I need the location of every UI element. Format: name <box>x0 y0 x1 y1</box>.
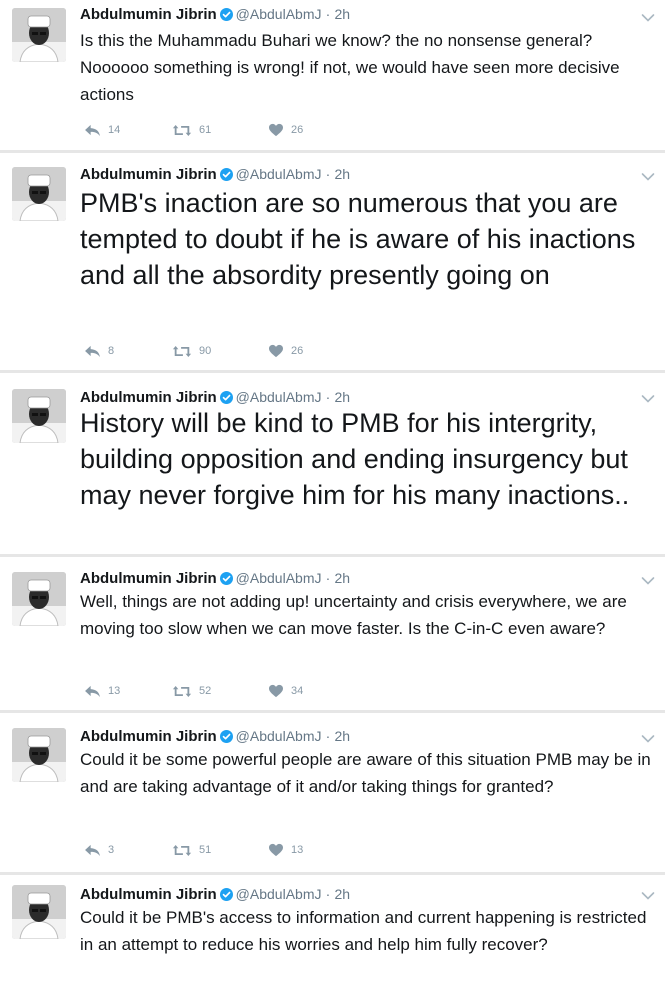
tweet[interactable]: Abdulmumin Jibrin @AbdulAbmJ · 2h Well, t… <box>0 557 665 710</box>
author-handle[interactable]: @AbdulAbmJ <box>236 570 322 586</box>
tweet-time[interactable]: 2h <box>335 570 351 586</box>
meta-separator: · <box>325 886 331 902</box>
retweet-button[interactable]: 90 <box>172 342 211 360</box>
reply-button[interactable]: 14 <box>84 121 120 139</box>
author-name[interactable]: Abdulmumin Jibrin <box>80 886 217 903</box>
tweet-text: Could it be some powerful people are awa… <box>80 750 651 796</box>
verified-badge-icon <box>219 391 233 404</box>
tweet[interactable]: Abdulmumin Jibrin @AbdulAbmJ · 2h Could i… <box>0 713 665 872</box>
tweet-time[interactable]: 2h <box>335 6 351 22</box>
reply-icon <box>84 345 101 358</box>
author-handle[interactable]: @AbdulAbmJ <box>236 728 322 744</box>
retweet-icon <box>172 345 192 358</box>
retweet-count: 90 <box>199 345 212 357</box>
like-button[interactable]: 13 <box>268 841 303 859</box>
retweet-button[interactable]: 52 <box>172 682 211 700</box>
author-name[interactable]: Abdulmumin Jibrin <box>80 166 217 183</box>
tweet-header: Abdulmumin Jibrin @AbdulAbmJ · 2h <box>80 165 625 184</box>
tweet[interactable]: Abdulmumin Jibrin @AbdulAbmJ · 2h PMB's i… <box>0 153 665 370</box>
author-name[interactable]: Abdulmumin Jibrin <box>80 570 217 587</box>
reply-button[interactable]: 13 <box>84 682 120 700</box>
meta-separator: · <box>325 570 331 586</box>
tweet-time[interactable]: 2h <box>335 166 351 182</box>
verified-badge-icon <box>219 888 233 901</box>
meta-separator: · <box>325 166 331 182</box>
avatar[interactable] <box>12 885 66 939</box>
reply-icon <box>84 844 101 857</box>
tweet-time[interactable]: 2h <box>335 728 351 744</box>
reply-count: 8 <box>108 345 115 357</box>
tweet-text: Could it be PMB's access to information … <box>80 908 647 954</box>
tweet-text: Well, things are not adding up! uncertai… <box>80 592 627 638</box>
reply-count: 14 <box>108 124 121 136</box>
avatar[interactable] <box>12 167 66 221</box>
chevron-down-icon[interactable] <box>641 391 655 403</box>
avatar[interactable] <box>12 8 66 62</box>
author-handle[interactable]: @AbdulAbmJ <box>236 6 322 22</box>
retweet-count: 51 <box>199 844 212 856</box>
avatar[interactable] <box>12 389 66 443</box>
tweet-header: Abdulmumin Jibrin @AbdulAbmJ · 2h <box>80 5 625 24</box>
tweet-text: History will be kind to PMB for his inte… <box>80 408 630 510</box>
chevron-down-icon[interactable] <box>641 169 655 181</box>
author-handle[interactable]: @AbdulAbmJ <box>236 389 322 405</box>
retweet-icon <box>172 844 192 857</box>
verified-badge-icon <box>219 168 233 181</box>
author-handle[interactable]: @AbdulAbmJ <box>236 166 322 182</box>
like-button[interactable]: 26 <box>268 121 303 139</box>
meta-separator: · <box>325 728 331 744</box>
chevron-down-icon[interactable] <box>641 573 655 585</box>
tweet-text: PMB's inaction are so numerous that you … <box>80 188 636 290</box>
heart-icon <box>268 123 284 137</box>
meta-separator: · <box>325 389 331 405</box>
tweet-header: Abdulmumin Jibrin @AbdulAbmJ · 2h <box>80 885 625 904</box>
verified-badge-icon <box>219 572 233 585</box>
tweet[interactable]: Abdulmumin Jibrin @AbdulAbmJ · 2h Could i… <box>0 875 665 993</box>
author-handle[interactable]: @AbdulAbmJ <box>236 886 322 902</box>
heart-icon <box>268 344 284 358</box>
reply-icon <box>84 685 101 698</box>
tweet-feed: Abdulmumin Jibrin @AbdulAbmJ · 2h Is this… <box>0 0 665 993</box>
tweet[interactable]: Abdulmumin Jibrin @AbdulAbmJ · 2h Is this… <box>0 0 665 150</box>
like-button[interactable]: 26 <box>268 342 303 360</box>
tweet-time[interactable]: 2h <box>335 389 351 405</box>
retweet-count: 61 <box>199 124 212 136</box>
tweet-text: Is this the Muhammadu Buhari we know? th… <box>80 31 620 104</box>
heart-icon <box>268 684 284 698</box>
tweet-time[interactable]: 2h <box>335 886 351 902</box>
retweet-button[interactable]: 51 <box>172 841 211 859</box>
heart-icon <box>268 843 284 857</box>
author-name[interactable]: Abdulmumin Jibrin <box>80 728 217 745</box>
chevron-down-icon[interactable] <box>641 888 655 900</box>
chevron-down-icon[interactable] <box>641 10 655 22</box>
like-count: 26 <box>291 124 304 136</box>
retweet-icon <box>172 685 192 698</box>
like-count: 34 <box>291 685 304 697</box>
chevron-down-icon[interactable] <box>641 731 655 743</box>
tweet-header: Abdulmumin Jibrin @AbdulAbmJ · 2h <box>80 569 625 588</box>
retweet-icon <box>172 124 192 137</box>
reply-icon <box>84 124 101 137</box>
like-count: 26 <box>291 345 304 357</box>
verified-badge-icon <box>219 730 233 743</box>
author-name[interactable]: Abdulmumin Jibrin <box>80 389 217 406</box>
retweet-count: 52 <box>199 685 212 697</box>
reply-button[interactable]: 8 <box>84 342 114 360</box>
meta-separator: · <box>325 6 331 22</box>
reply-count: 13 <box>108 685 121 697</box>
reply-button[interactable]: 3 <box>84 841 114 859</box>
tweet-header: Abdulmumin Jibrin @AbdulAbmJ · 2h <box>80 727 625 746</box>
like-count: 13 <box>291 844 304 856</box>
avatar[interactable] <box>12 572 66 626</box>
tweet[interactable]: Abdulmumin Jibrin @AbdulAbmJ · 2h History… <box>0 373 665 554</box>
like-button[interactable]: 34 <box>268 682 303 700</box>
retweet-button[interactable]: 61 <box>172 121 211 139</box>
reply-count: 3 <box>108 844 115 856</box>
author-name[interactable]: Abdulmumin Jibrin <box>80 6 217 23</box>
avatar[interactable] <box>12 728 66 782</box>
verified-badge-icon <box>219 8 233 21</box>
